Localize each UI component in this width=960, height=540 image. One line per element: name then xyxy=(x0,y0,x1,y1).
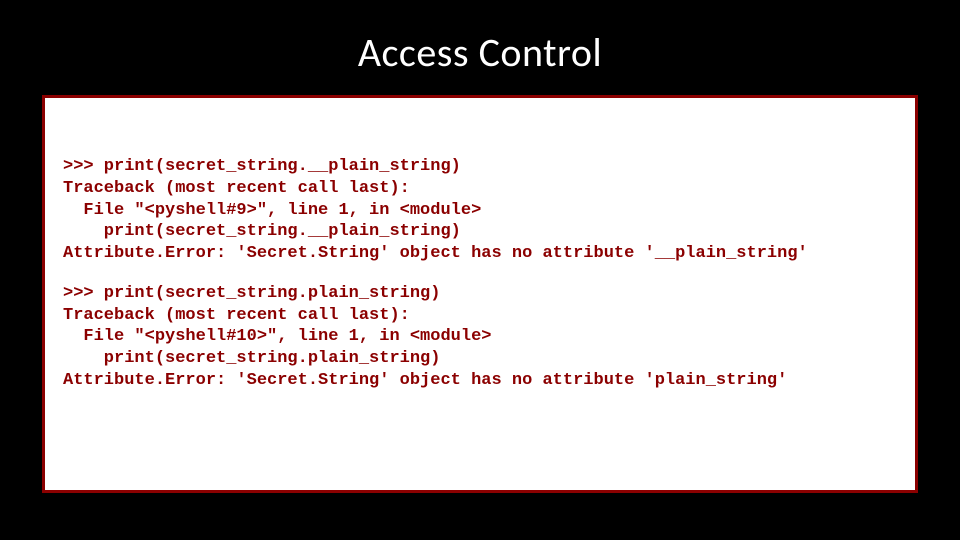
code-block-1: >>> print(secret_string.__plain_string) … xyxy=(63,156,897,265)
code-block-2: >>> print(secret_string.plain_string) Tr… xyxy=(63,283,897,392)
slide: Access Control >>> print(secret_string._… xyxy=(0,0,960,540)
page-title: Access Control xyxy=(0,0,960,95)
code-panel: >>> print(secret_string.__plain_string) … xyxy=(42,95,918,493)
